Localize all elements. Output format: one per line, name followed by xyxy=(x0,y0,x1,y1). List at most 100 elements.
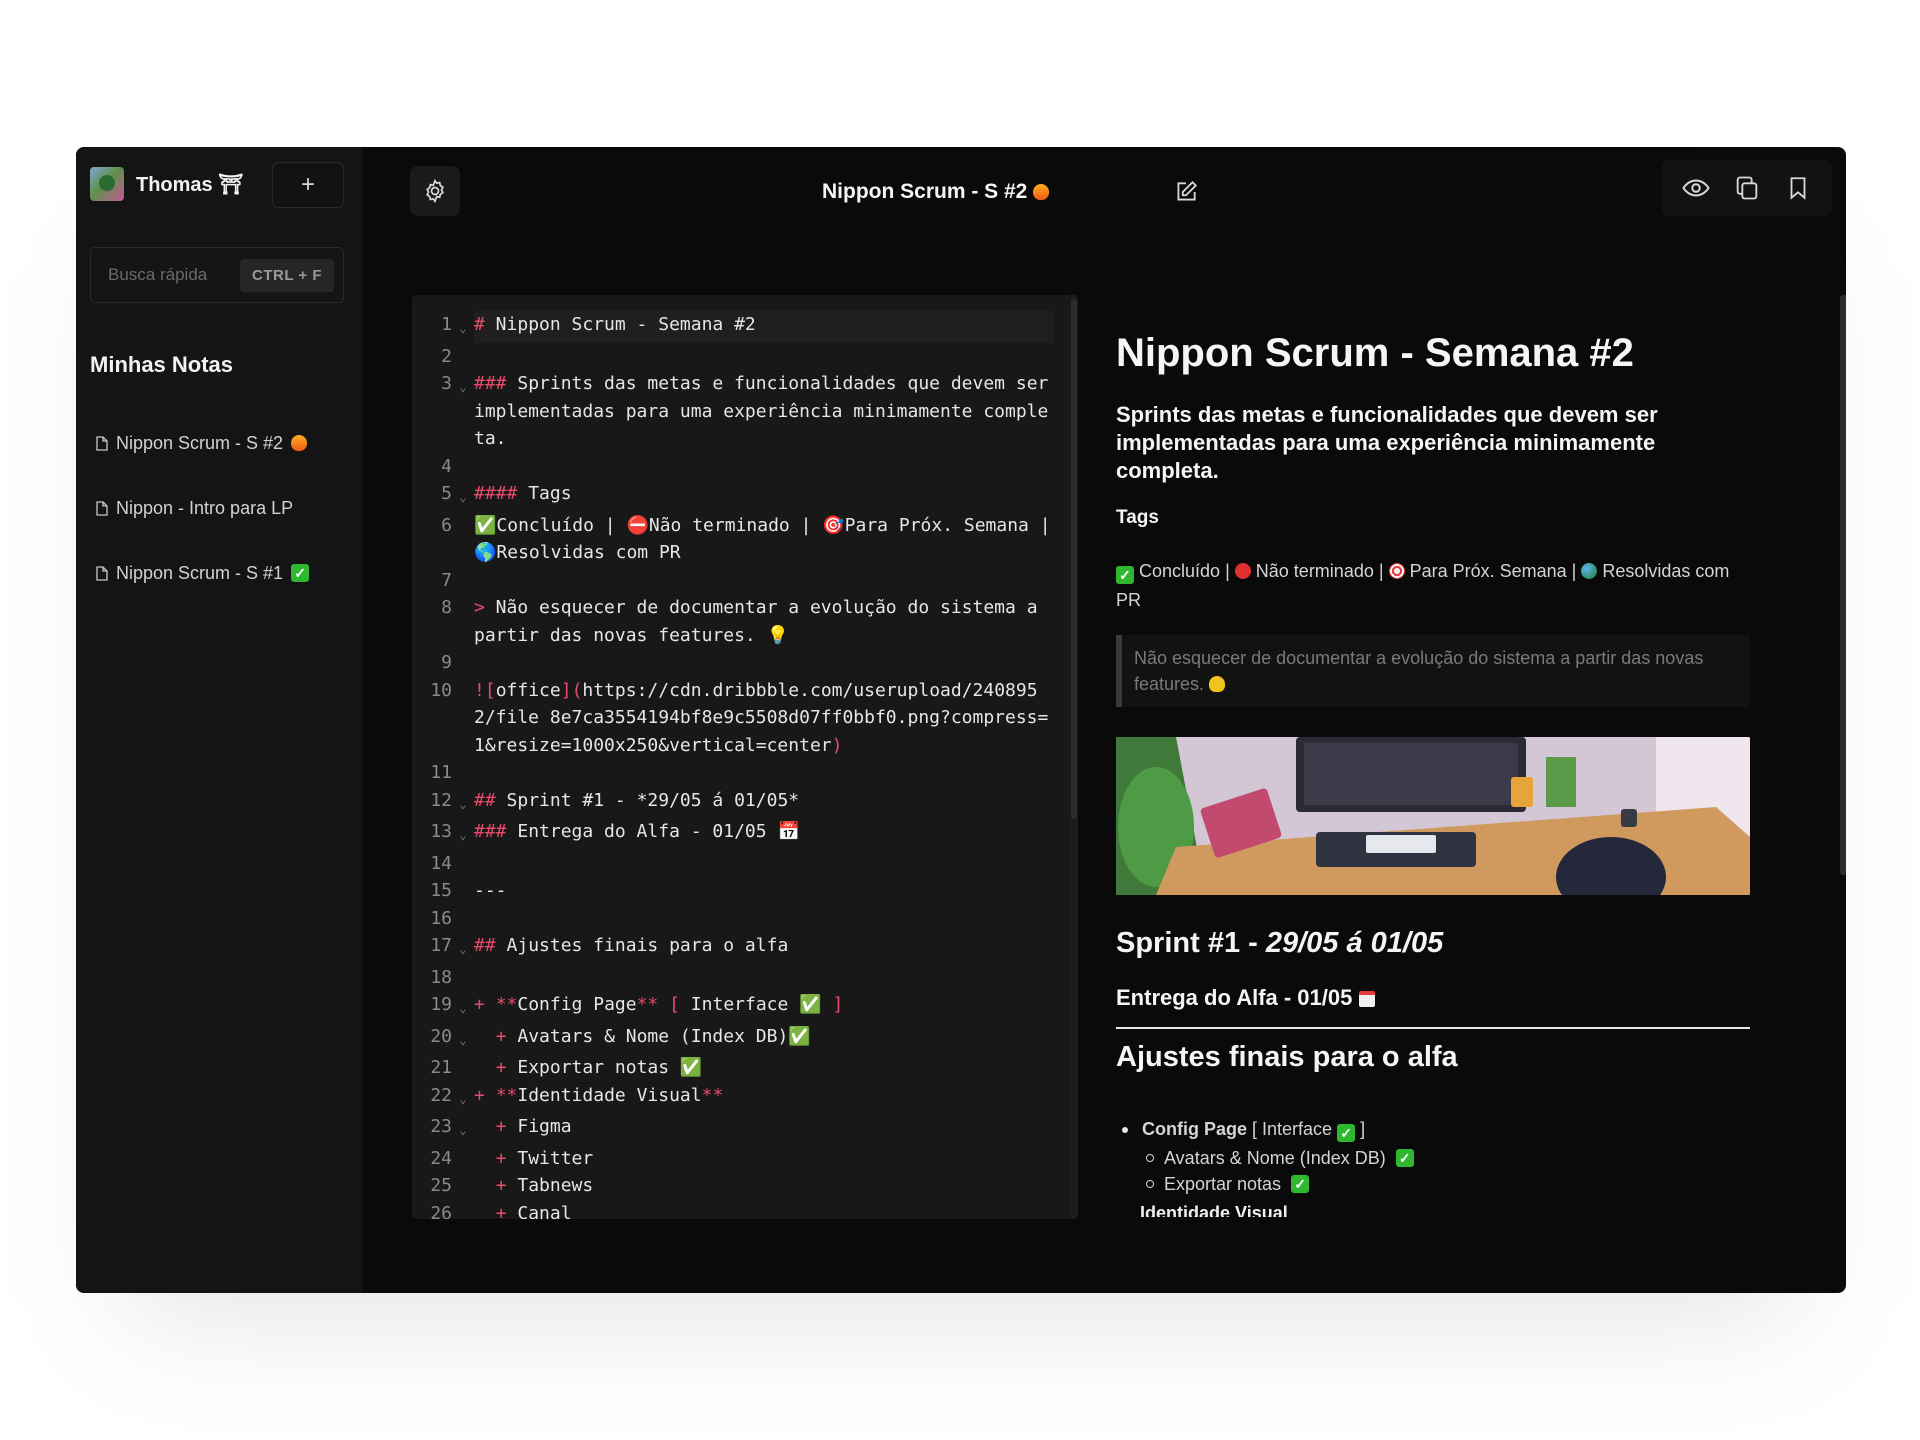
fold-chevron-icon[interactable]: ⌄ xyxy=(452,370,474,453)
note-item-nippon-scrum-s2[interactable]: Nippon Scrum - S #2 xyxy=(96,425,346,461)
tag-label: Para Próx. Semana xyxy=(1409,561,1567,581)
line-text: + **Config Page** [ Interface ✅ ] xyxy=(474,994,844,1015)
editor-line[interactable]: 1 ⌄ # Nippon Scrum - Semana #2 xyxy=(412,311,1062,343)
note-label: Nippon Scrum - S #1 xyxy=(116,562,284,583)
fold-chevron-icon[interactable]: ⌄ xyxy=(452,932,474,964)
markdown-editor[interactable]: 1 ⌄ # Nippon Scrum - Semana #2 2 3 ⌄ ### Sprin… xyxy=(412,295,1078,1219)
editor-line[interactable]: 8 > Não esquecer de documentar a evolução… xyxy=(412,594,1062,649)
editor-line[interactable]: 7 xyxy=(412,567,1062,595)
editor-line[interactable]: 10 ![office](https://cdn.dribbble.com/use… xyxy=(412,677,1062,760)
office-image xyxy=(1116,737,1750,895)
editor-line[interactable]: 25 + Tabnews xyxy=(412,1172,1062,1200)
fold-chevron-icon[interactable]: ⌄ xyxy=(452,480,474,512)
editor-line[interactable]: 21 + Exportar notas ✅ xyxy=(412,1054,1062,1082)
editor-line[interactable]: 4 xyxy=(412,453,1062,481)
search-input[interactable] xyxy=(108,265,228,285)
preview-adjustments-heading: Ajustes finais para o alfa xyxy=(1116,1041,1458,1073)
rename-button[interactable] xyxy=(1173,179,1199,210)
circle-bullet xyxy=(1146,1180,1154,1188)
line-text: + Canal xyxy=(495,1202,572,1220)
line-number: 10 xyxy=(430,679,452,701)
fold-chevron-icon[interactable]: ⌄ xyxy=(452,1082,474,1114)
line-number: 5 xyxy=(441,483,452,504)
copy-button[interactable] xyxy=(1727,168,1767,208)
delivery-text: Entrega do Alfa - 01/05 xyxy=(1116,985,1353,1010)
quick-search[interactable]: CTRL + F xyxy=(90,247,344,303)
editor-line[interactable]: 9 xyxy=(412,649,1062,677)
line-number: 18 xyxy=(430,966,452,988)
list-item-cut: Identidade Visual xyxy=(1140,1203,1288,1217)
editor-line[interactable]: 20 ⌄ + Avatars & Nome (Index DB)✅ xyxy=(412,1023,1062,1055)
horizontal-rule xyxy=(1116,1027,1750,1029)
editor-line[interactable]: 19 ⌄ + **Config Page** [ Interface ✅ ] xyxy=(412,991,1062,1023)
line-text: # Nippon Scrum - Semana #2 xyxy=(474,311,1054,343)
editor-line[interactable]: 12 ⌄ ## Sprint #1 - *29/05 á 01/05* xyxy=(412,787,1062,819)
preview-scrollbar[interactable] xyxy=(1840,295,1846,875)
editor-line[interactable]: 22 ⌄ + **Identidade Visual** xyxy=(412,1082,1062,1114)
office-illustration xyxy=(1116,737,1750,895)
line-number: 3 xyxy=(441,373,452,394)
tag-label: Concluído xyxy=(1139,561,1221,581)
editor-line[interactable]: 13 ⌄ ### Entrega do Alfa - 01/05 📅 xyxy=(412,818,1062,850)
fold-chevron-icon[interactable]: ⌄ xyxy=(452,991,474,1023)
notes-section-title: Minhas Notas xyxy=(90,352,234,377)
editor-line[interactable]: 23 ⌄ + Figma xyxy=(412,1113,1062,1145)
editor-scrollbar-thumb[interactable] xyxy=(1071,299,1077,819)
bookmark-button[interactable] xyxy=(1778,168,1818,208)
line-text: ### Sprints das metas e funcionalidades … xyxy=(474,373,1049,449)
note-list: Nippon Scrum - S #2 Nippon - Intro para … xyxy=(96,425,346,620)
fold-chevron-icon[interactable]: ⌄ xyxy=(452,311,474,343)
line-text: + Tabnews xyxy=(495,1175,594,1196)
circle-bullet xyxy=(1146,1154,1154,1162)
main-area: Nippon Scrum - S #2 1 ⌄ # Nippon Scrum -… xyxy=(362,147,1846,1293)
editor-line[interactable]: 26 + Canal xyxy=(412,1200,1062,1220)
editor-line[interactable]: 3 ⌄ ### Sprints das metas e funcionalidade… xyxy=(412,370,1062,453)
fold-chevron-icon[interactable]: ⌄ xyxy=(452,787,474,819)
editor-line[interactable]: 18 xyxy=(412,964,1062,992)
line-number: 20 xyxy=(430,1025,452,1047)
editor-line[interactable]: 6 ✅Concluído | ⛔Não terminado | 🎯Para Pró… xyxy=(412,512,1062,567)
preview-heading-1: Nippon Scrum - Semana #2 xyxy=(1116,331,1634,375)
view-toolbar xyxy=(1662,160,1832,216)
editor-line[interactable]: 11 xyxy=(412,759,1062,787)
note-item-nippon-scrum-s1[interactable]: Nippon Scrum - S #1 ✓ xyxy=(96,555,346,591)
fold-chevron-icon[interactable]: ⌄ xyxy=(452,1023,474,1055)
line-number: 7 xyxy=(441,569,452,591)
check-icon: ✓ xyxy=(1337,1123,1356,1142)
preview-list: Config Page [ Interface ✓ ] Avatars & No… xyxy=(1116,1115,1750,1217)
add-note-button[interactable]: + xyxy=(272,162,344,208)
fire-icon xyxy=(1033,184,1050,200)
preview-sprint-heading: Sprint #1 - 29/05 á 01/05 xyxy=(1116,927,1750,960)
lightbulb-icon xyxy=(1209,676,1226,692)
editor-line[interactable]: 14 xyxy=(412,850,1062,878)
editor-line[interactable]: 17 ⌄ ## Ajustes finais para o alfa xyxy=(412,932,1062,964)
line-number: 9 xyxy=(441,652,452,673)
editor-line[interactable]: 24 + Twitter xyxy=(412,1145,1062,1173)
editor-line[interactable]: 2 xyxy=(412,343,1062,371)
gear-icon xyxy=(426,178,444,204)
preview-toggle-button[interactable] xyxy=(1676,168,1716,208)
fold-chevron-icon[interactable]: ⌄ xyxy=(452,1113,474,1145)
preview-heading-4: Tags xyxy=(1116,507,1159,528)
settings-button[interactable] xyxy=(410,166,460,216)
fold-chevron-icon[interactable]: ⌄ xyxy=(452,818,474,850)
bullet xyxy=(1122,1127,1128,1133)
line-text xyxy=(474,343,1054,371)
editor-line[interactable]: 16 xyxy=(412,905,1062,933)
document-title-text: Nippon Scrum - S #2 xyxy=(822,180,1028,203)
note-item-nippon-intro[interactable]: Nippon - Intro para LP xyxy=(96,490,346,526)
copy-icon xyxy=(1736,176,1758,200)
editor-line[interactable]: 15 --- xyxy=(412,877,1062,905)
user-profile[interactable]: Thomas ⛩ xyxy=(90,167,244,201)
line-number: 26 xyxy=(430,1202,452,1220)
line-number: 12 xyxy=(430,789,452,811)
preview-tags: ✓ Concluído | Não terminado | Para Próx.… xyxy=(1116,561,1730,610)
editor-line[interactable]: 5 ⌄ #### Tags xyxy=(412,480,1062,512)
editor-scrollbar[interactable] xyxy=(1070,295,1078,1219)
line-number: 25 xyxy=(430,1175,452,1196)
